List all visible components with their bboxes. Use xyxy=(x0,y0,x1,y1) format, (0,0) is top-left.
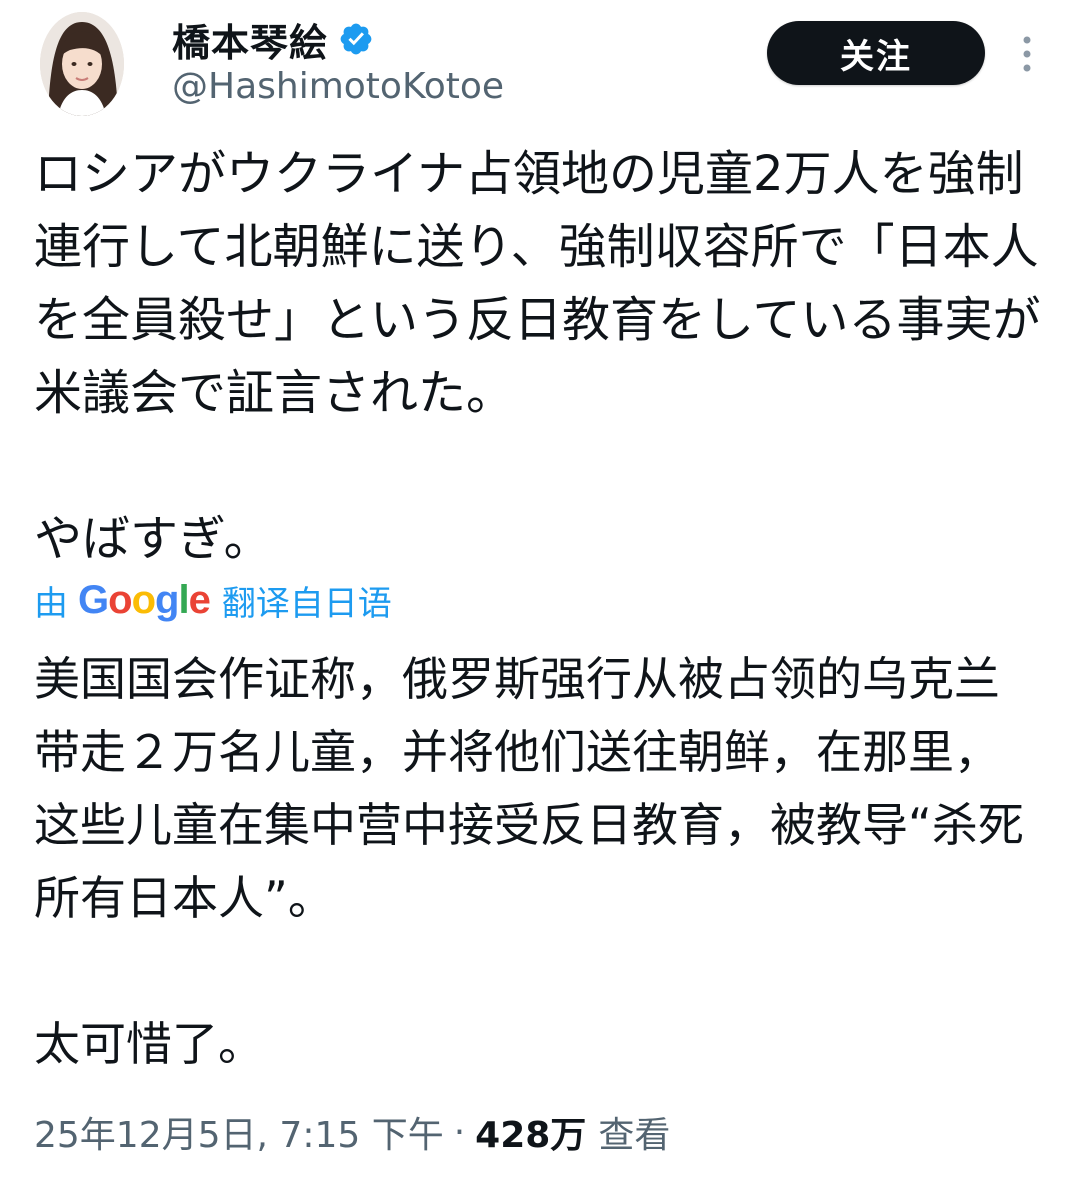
author-name-row[interactable]: 橋本琴絵 xyxy=(172,12,374,67)
google-logo: Google xyxy=(78,577,211,622)
views-label[interactable]: 查看 xyxy=(598,1106,670,1158)
avatar[interactable] xyxy=(40,12,124,116)
tweet-translated-text: 美国国会作证称，俄罗斯强行从被占领的乌克兰带走２万名儿童，并将他们送往朝鲜，在那… xyxy=(34,652,1024,1071)
verified-badge-icon xyxy=(340,23,372,55)
tweet-original-text: ロシアがウクライナ占領地の児童2万人を強制連行して北朝鮮に送り、強制収容所で「日… xyxy=(34,146,1041,567)
tweet-header: 橋本琴絵 @HashimotoKotoe 关注 xyxy=(0,0,1078,120)
author-handle[interactable]: @HashimotoKotoe xyxy=(172,66,504,107)
views-count[interactable]: 428万 xyxy=(475,1106,586,1158)
translation-prefix: 由 xyxy=(34,583,68,624)
tweet-meta: 25年12月5日, 7:15 下午 · 428万 查看 xyxy=(34,1104,670,1160)
translation-suffix: 翻译自日语 xyxy=(221,583,392,624)
meta-separator: · xyxy=(453,1111,466,1153)
more-vertical-icon[interactable] xyxy=(1012,30,1042,80)
translation-attribution[interactable]: 由 Google 翻译自日语 xyxy=(34,575,392,625)
author-display-name[interactable]: 橋本琴絵 xyxy=(172,12,328,67)
tweet-timestamp[interactable]: 25年12月5日, 7:15 下午 xyxy=(34,1106,444,1158)
follow-button[interactable]: 关注 xyxy=(767,21,985,85)
